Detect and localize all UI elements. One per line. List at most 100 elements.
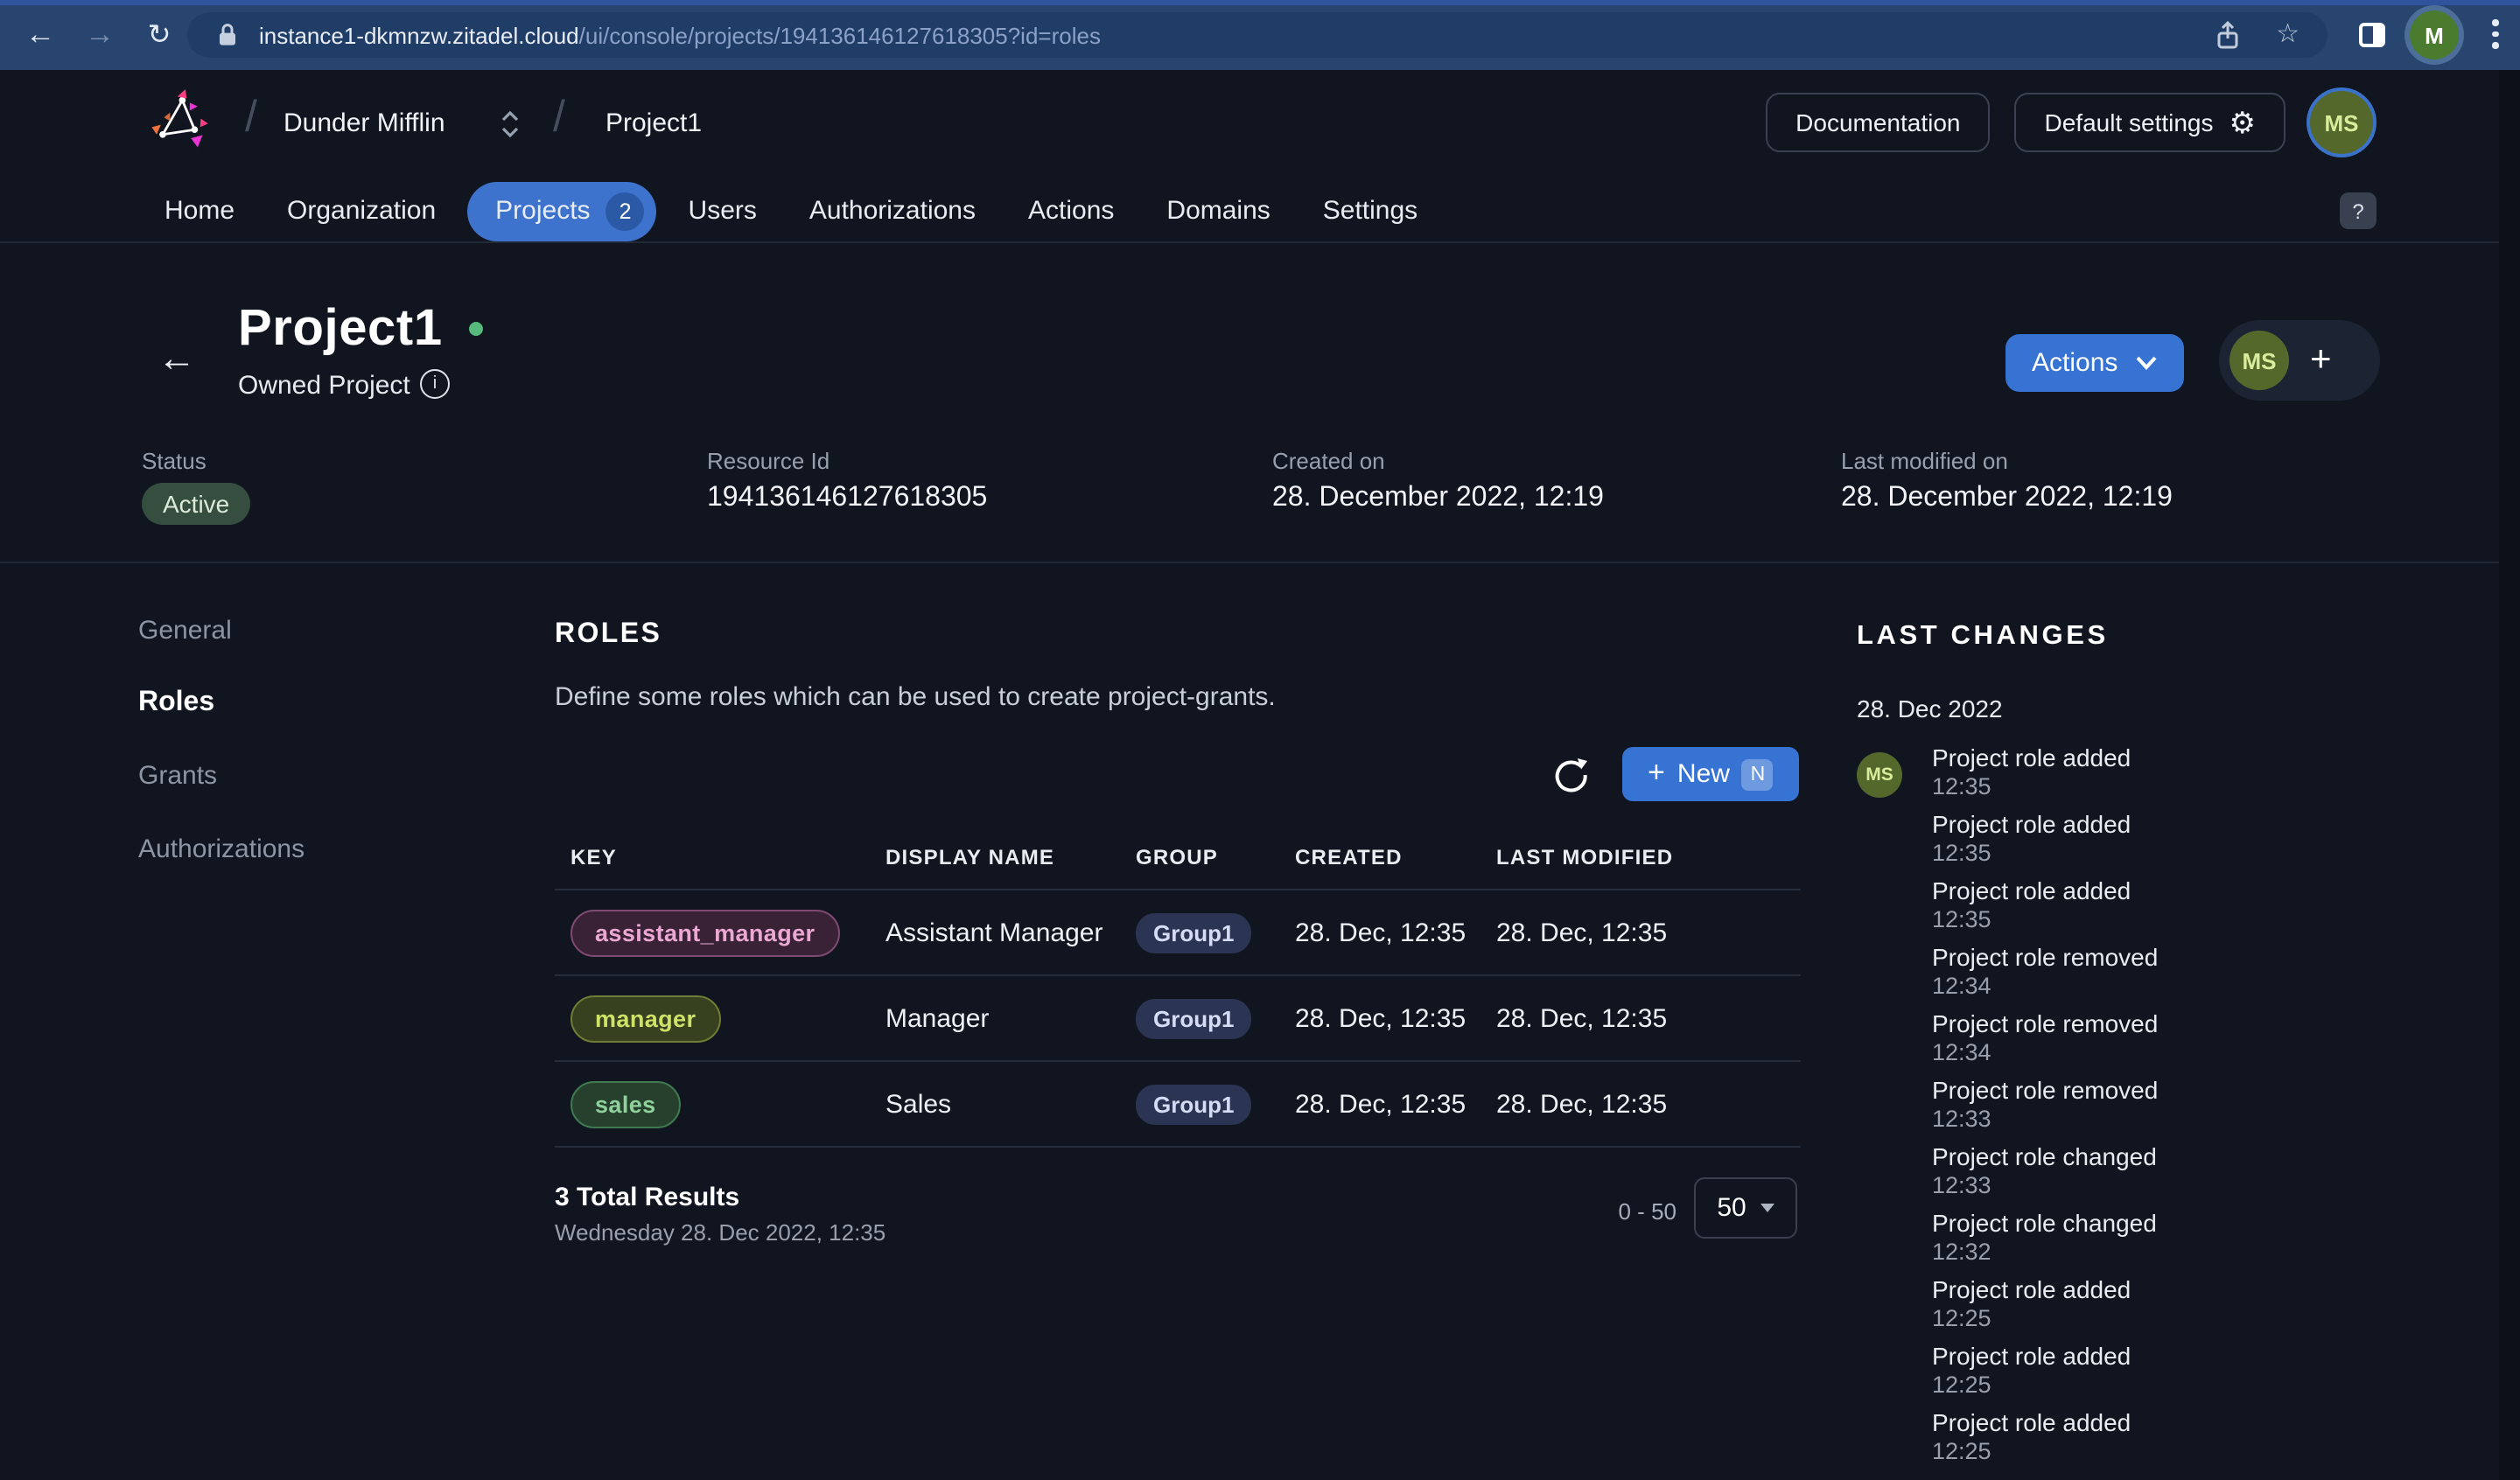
change-time: 12:25 [1932, 1372, 2158, 1400]
caret-down-icon [1760, 1204, 1774, 1212]
change-time: 12:35 [1932, 840, 2158, 868]
table-row[interactable]: salesSalesGroup128. Dec, 12:3528. Dec, 1… [555, 1062, 1801, 1148]
tab-authorizations[interactable]: Authorizations [788, 184, 997, 238]
pagination-range: 0 - 50 [1589, 1198, 1676, 1225]
change-title: Project role added [1932, 808, 2158, 840]
project-active-dot [469, 322, 483, 336]
role-key-badge: assistant_manager [570, 909, 839, 956]
change-item: Project role changed12:32 [1932, 1207, 2158, 1267]
tab-users[interactable]: Users [668, 184, 778, 238]
sidebar-item-grants[interactable]: Grants [138, 761, 217, 791]
new-role-button[interactable]: + New N [1622, 747, 1799, 801]
tab-label: Organization [287, 196, 436, 226]
browser-menu-icon[interactable] [2492, 19, 2499, 48]
tab-settings[interactable]: Settings [1302, 184, 1438, 238]
project-members-pill[interactable]: MS + [2219, 320, 2380, 401]
zitadel-logo[interactable] [150, 89, 212, 150]
resource-id-value: 194136146127618305 [707, 483, 987, 514]
refresh-icon[interactable] [1550, 754, 1592, 796]
tab-label: Home [164, 196, 234, 226]
group-badge: Group1 [1136, 998, 1251, 1038]
breadcrumb-separator: / [245, 93, 257, 143]
role-created-cell: 28. Dec, 12:35 [1295, 1089, 1496, 1119]
user-avatar[interactable]: MS [2310, 91, 2373, 154]
default-settings-button[interactable]: Default settings ⚙ [2015, 93, 2286, 152]
breadcrumb-project[interactable]: Project1 [606, 108, 702, 138]
tab-badge: 2 [606, 192, 645, 230]
change-item: Project role added12:35 [1932, 808, 2158, 868]
tab-label: Users [689, 196, 757, 226]
breadcrumb-org[interactable]: Dunder Mifflin [284, 108, 445, 138]
role-display-name-cell: Sales [886, 1089, 1136, 1119]
role-key-cell: sales [555, 1080, 886, 1127]
breadcrumb-separator: / [553, 93, 565, 143]
change-item: Project role added12:35 [1932, 742, 2158, 801]
change-item: Project role removed12:33 [1932, 1074, 2158, 1134]
add-member-icon[interactable]: + [2310, 339, 2332, 381]
scrollbar[interactable] [2499, 70, 2520, 1480]
results-timestamp: Wednesday 28. Dec 2022, 12:35 [555, 1219, 886, 1246]
change-time: 12:34 [1932, 1039, 2158, 1067]
change-time: 12:33 [1932, 1106, 2158, 1134]
default-settings-label: Default settings [2045, 108, 2214, 136]
change-time: 12:32 [1932, 1239, 2158, 1267]
tab-organization[interactable]: Organization [266, 184, 457, 238]
change-title: Project role added [1932, 1274, 2158, 1305]
table-row[interactable]: assistant_managerAssistant ManagerGroup1… [555, 890, 1801, 976]
browser-forward-icon[interactable]: → [77, 14, 122, 56]
role-created-cell: 28. Dec, 12:35 [1295, 918, 1496, 947]
tab-actions[interactable]: Actions [1007, 184, 1135, 238]
bookmark-star-icon[interactable]: ☆ [2276, 17, 2300, 49]
tab-label: Authorizations [809, 196, 976, 226]
role-modified-cell: 28. Dec, 12:35 [1496, 1003, 1801, 1033]
role-key-badge: sales [570, 1080, 681, 1127]
tab-projects[interactable]: Projects2 [467, 181, 656, 241]
change-time: 12:25 [1932, 1305, 2158, 1333]
change-title: Project role removed [1932, 1074, 2158, 1106]
actions-button[interactable]: Actions [2006, 334, 2184, 392]
org-switcher-icon[interactable] [500, 108, 520, 149]
status-label: Status [142, 448, 250, 474]
back-button[interactable]: ← [158, 336, 196, 381]
table-header-row: KEYDISPLAY NAMEGROUPCREATEDLAST MODIFIED [555, 824, 1801, 890]
new-role-label: New [1677, 759, 1730, 789]
help-button[interactable]: ? [2340, 192, 2376, 229]
lock-icon [214, 21, 242, 49]
member-avatar[interactable]: MS [2230, 331, 2289, 390]
browser-reload-icon[interactable]: ↻ [136, 14, 182, 56]
column-header-created: CREATED [1295, 844, 1496, 869]
created-on-value: 28. December 2022, 12:19 [1272, 483, 1604, 514]
change-item: Project role removed12:34 [1932, 1008, 2158, 1067]
project-type-label: Owned Project [238, 371, 410, 401]
change-item: Project role changed12:33 [1932, 1141, 2158, 1200]
page-title: Project1 [238, 301, 443, 359]
change-time: 12:25 [1932, 1438, 2158, 1466]
sidebar-item-roles[interactable]: Roles [138, 688, 214, 719]
side-panel-icon[interactable] [2359, 23, 2385, 47]
sidebar-item-general[interactable]: General [138, 616, 232, 646]
role-key-cell: assistant_manager [555, 909, 886, 956]
change-time: 12:33 [1932, 1172, 2158, 1200]
column-header-group: GROUP [1136, 844, 1295, 869]
page-size-select[interactable]: 50 [1694, 1177, 1797, 1239]
url-path: /ui/console/projects/194136146127618305?… [579, 22, 1101, 48]
tab-domains[interactable]: Domains [1145, 184, 1291, 238]
change-title: Project role removed [1932, 941, 2158, 973]
table-row[interactable]: managerManagerGroup128. Dec, 12:3528. De… [555, 976, 1801, 1062]
address-bar[interactable]: instance1-dkmnzw.zitadel.cloud/ui/consol… [187, 12, 2328, 58]
browser-back-icon[interactable]: ← [18, 14, 63, 56]
documentation-button[interactable]: Documentation [1766, 93, 1990, 152]
browser-profile-avatar[interactable]: M [2410, 10, 2459, 59]
page-size-value: 50 [1717, 1193, 1746, 1223]
role-display-name-cell: Assistant Manager [886, 918, 1136, 947]
sidebar-item-authorizations[interactable]: Authorizations [138, 834, 304, 864]
column-header-key: KEY [555, 844, 886, 869]
share-icon[interactable] [2212, 19, 2244, 59]
change-item: Project role added12:25 [1932, 1340, 2158, 1400]
info-icon[interactable]: i [420, 369, 450, 399]
total-results: 3 Total Results [555, 1183, 886, 1212]
tab-home[interactable]: Home [144, 184, 256, 238]
role-group-cell: Group1 [1136, 1084, 1295, 1124]
roles-description: Define some roles which can be used to c… [555, 682, 1276, 712]
last-modified-value: 28. December 2022, 12:19 [1841, 483, 2173, 514]
